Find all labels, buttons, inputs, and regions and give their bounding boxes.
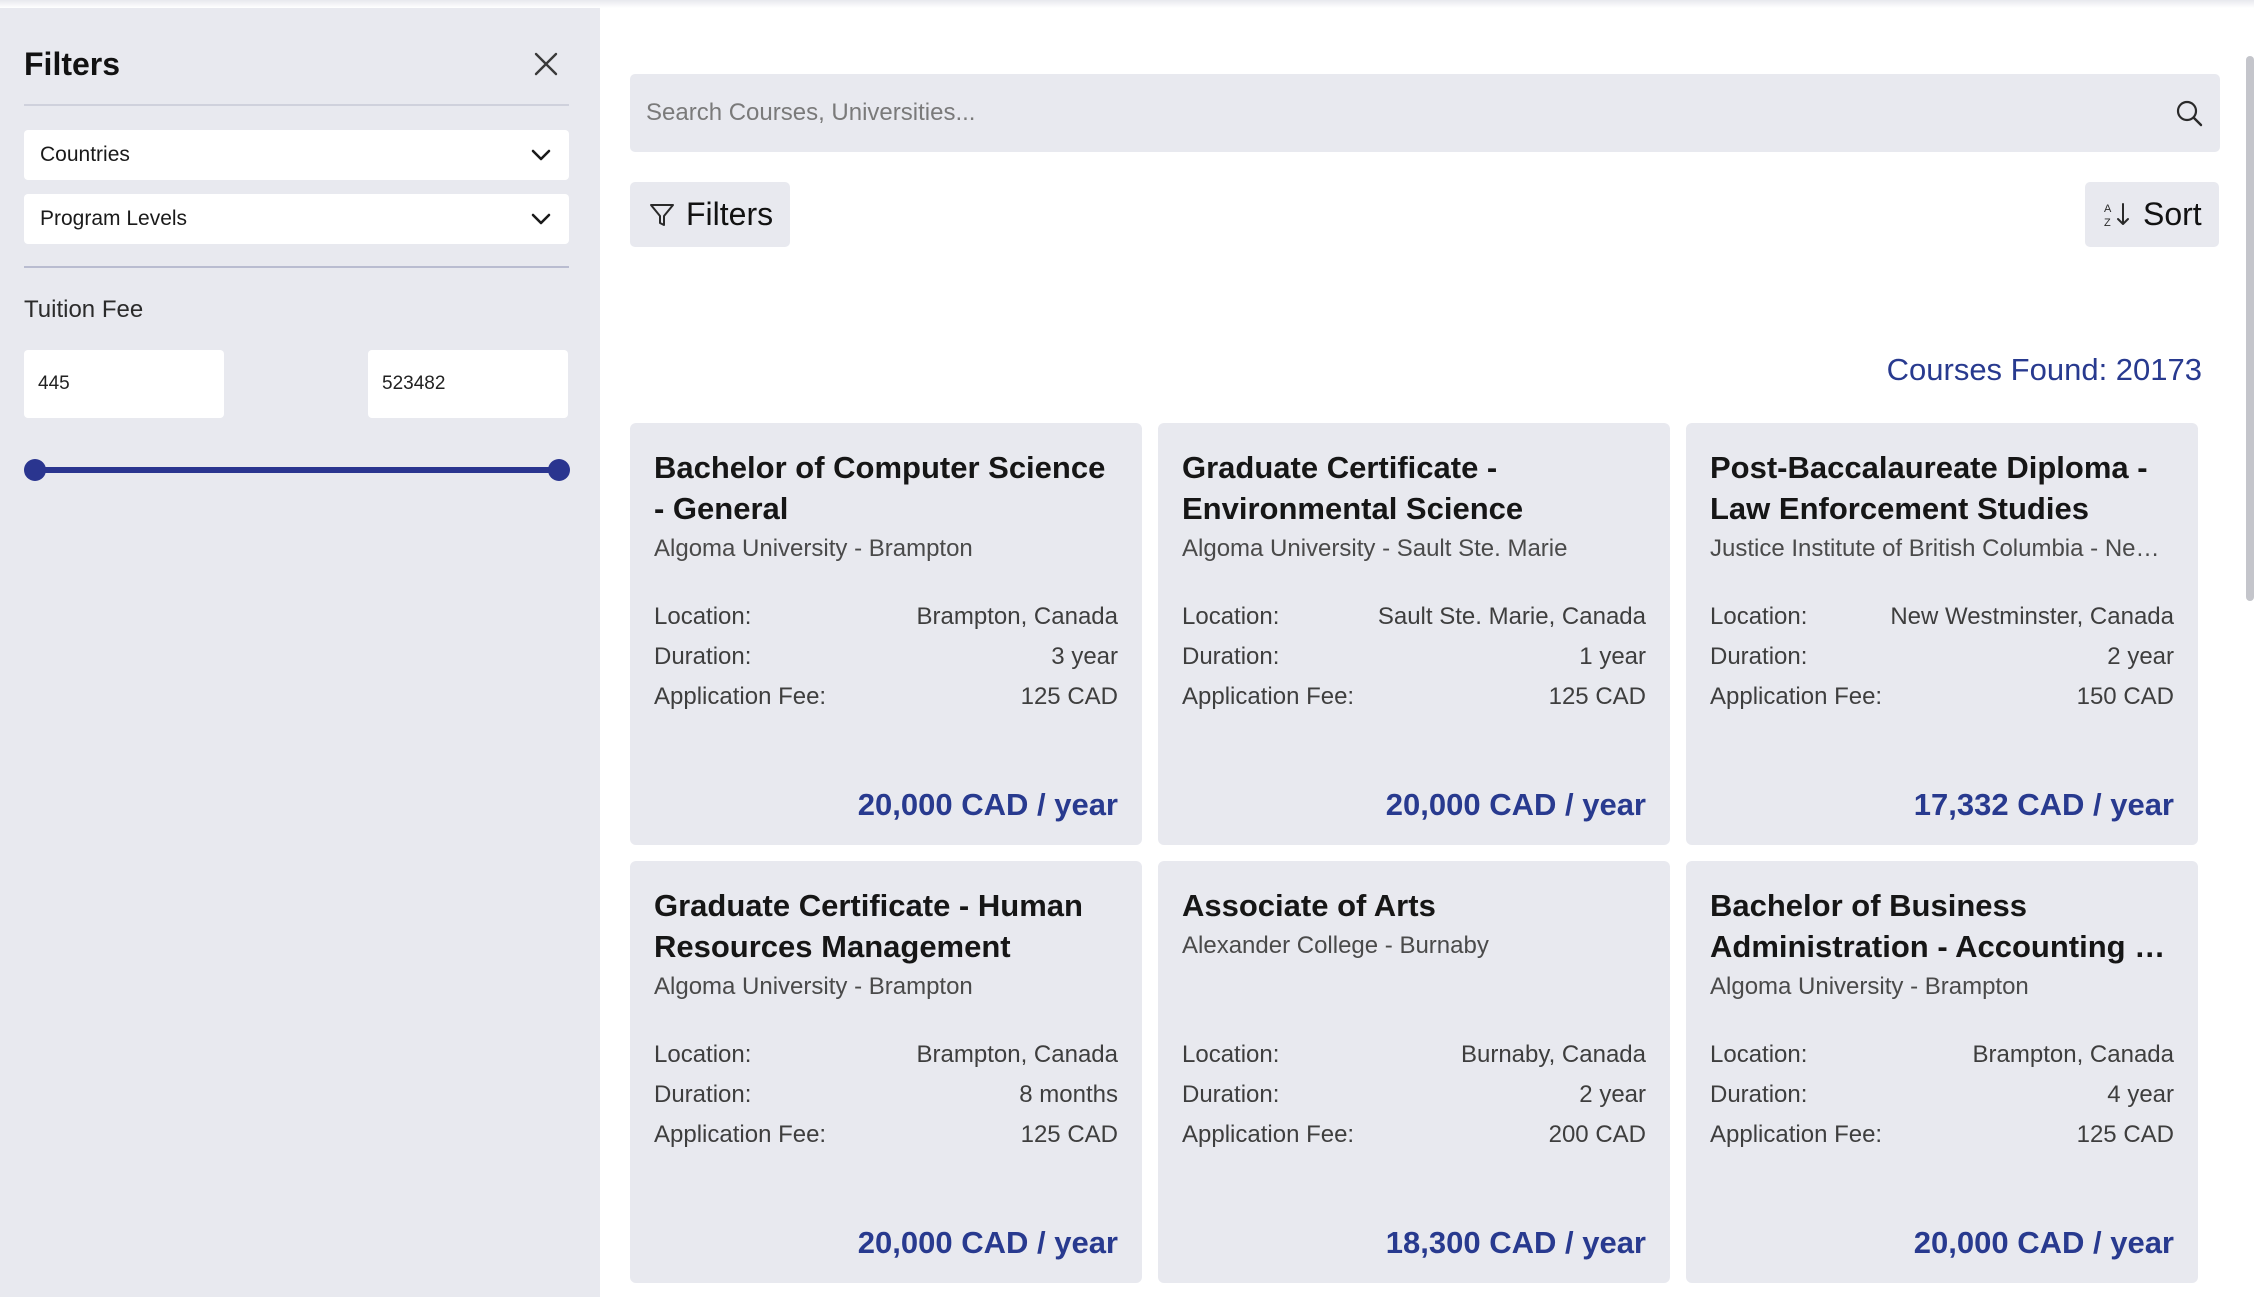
duration-value: 1 year xyxy=(1579,643,1646,670)
course-tuition: 18,300 CAD / year xyxy=(1385,1225,1646,1260)
duration-value: 4 year xyxy=(2107,1081,2174,1108)
program-levels-select-label: Program Levels xyxy=(40,207,188,230)
duration-label: Duration: xyxy=(1710,1081,1808,1108)
chevron-down-icon xyxy=(529,143,553,167)
course-university: Alexander College - Burnaby xyxy=(1182,932,1489,959)
application-fee-value: 200 CAD xyxy=(1548,1121,1646,1148)
page-scrollbar[interactable] xyxy=(2246,56,2254,601)
location-label: Location: xyxy=(1710,603,1808,630)
course-details: Location: Brampton, Canada Duration: 8 mon… xyxy=(654,1035,1118,1155)
duration-value: 8 months xyxy=(1019,1081,1118,1108)
sidebar-title: Filters xyxy=(24,46,121,82)
location-label: Location: xyxy=(654,603,752,630)
tuition-slider-min-handle[interactable] xyxy=(24,459,46,481)
course-title: Graduate Certificate - Human Resources M… xyxy=(654,888,1083,964)
course-details: Location: New Westminster, Canada Duratio… xyxy=(1710,597,2174,717)
course-details: Location: Burnaby, Canada Duration: 2 year… xyxy=(1182,1035,1646,1155)
tuition-min-input[interactable] xyxy=(24,350,224,418)
duration-label: Duration: xyxy=(1710,643,1808,670)
search-input[interactable] xyxy=(646,99,2126,127)
location-value: Brampton, Canada xyxy=(1972,1041,2174,1068)
courses-found-count: Courses Found: 20173 xyxy=(1886,352,2202,387)
course-university: Algoma University - Sault Ste. Marie xyxy=(1182,535,1568,562)
course-card[interactable]: Bachelor of Business Administration - Ac… xyxy=(1686,861,2198,1283)
sidebar-divider xyxy=(24,104,569,106)
location-value: New Westminster, Canada xyxy=(1890,603,2174,630)
duration-value: 2 year xyxy=(1579,1081,1646,1108)
program-levels-select[interactable]: Program Levels xyxy=(24,194,569,244)
application-fee-value: 125 CAD xyxy=(1548,683,1646,710)
course-card[interactable]: Post-Baccalaureate Diploma - Law Enforce… xyxy=(1686,423,2198,845)
sort-button[interactable]: A Z Sort xyxy=(2085,182,2219,247)
course-tuition: 20,000 CAD / year xyxy=(857,1225,1118,1260)
countries-select-label: Countries xyxy=(40,143,130,166)
location-label: Location: xyxy=(1182,603,1280,630)
chevron-down-icon xyxy=(529,207,553,231)
filters-button-label: Filters xyxy=(686,196,774,232)
top-bar-shadow xyxy=(0,0,2254,8)
application-fee-value: 150 CAD xyxy=(2076,683,2174,710)
filters-sidebar: Filters Countries Program Levels Tuition… xyxy=(0,8,600,1297)
close-icon[interactable] xyxy=(530,48,562,80)
location-label: Location: xyxy=(1182,1041,1280,1068)
duration-value: 2 year xyxy=(2107,643,2174,670)
duration-label: Duration: xyxy=(1182,643,1280,670)
search-icon[interactable] xyxy=(2174,98,2204,128)
application-fee-label: Application Fee: xyxy=(1710,683,1883,710)
location-label: Location: xyxy=(654,1041,752,1068)
sort-button-label: Sort xyxy=(2143,196,2202,232)
duration-label: Duration: xyxy=(1182,1081,1280,1108)
course-university: Algoma University - Brampton xyxy=(1710,973,2029,1000)
duration-label: Duration: xyxy=(654,1081,752,1108)
duration-label: Duration: xyxy=(654,643,752,670)
course-title: Graduate Certificate - Environmental Sci… xyxy=(1182,450,1524,526)
countries-select[interactable]: Countries xyxy=(24,130,569,180)
course-tuition: 20,000 CAD / year xyxy=(857,787,1118,822)
course-card[interactable]: Graduate Certificate - Human Resources M… xyxy=(630,861,1142,1283)
location-value: Burnaby, Canada xyxy=(1460,1041,1646,1068)
application-fee-label: Application Fee: xyxy=(1182,1121,1355,1148)
application-fee-label: Application Fee: xyxy=(1710,1121,1883,1148)
course-title: Associate of Arts xyxy=(1182,888,1436,923)
svg-text:Z: Z xyxy=(2104,217,2111,229)
filters-button[interactable]: Filters xyxy=(630,182,790,247)
tuition-slider-track[interactable] xyxy=(34,467,558,473)
application-fee-label: Application Fee: xyxy=(1182,683,1355,710)
tuition-slider-max-handle[interactable] xyxy=(548,459,570,481)
search-bar xyxy=(630,74,2220,152)
course-title: Post-Baccalaureate Diploma - Law Enforce… xyxy=(1710,450,2148,526)
tuition-fee-label: Tuition Fee xyxy=(24,296,144,323)
application-fee-value: 125 CAD xyxy=(2076,1121,2174,1148)
course-title: Bachelor of Computer Science - General xyxy=(654,450,1106,526)
course-tuition: 20,000 CAD / year xyxy=(1913,1225,2174,1260)
course-details: Location: Brampton, Canada Duration: 4 yea… xyxy=(1710,1035,2174,1155)
course-card[interactable]: Graduate Certificate - Environmental Sci… xyxy=(1158,423,1670,845)
course-tuition: 17,332 CAD / year xyxy=(1913,787,2174,822)
application-fee-value: 125 CAD xyxy=(1020,683,1118,710)
application-fee-label: Application Fee: xyxy=(654,1121,827,1148)
sidebar-divider xyxy=(24,266,569,268)
application-fee-value: 125 CAD xyxy=(1020,1121,1118,1148)
course-title: Bachelor of Business Administration - Ac… xyxy=(1710,888,2145,964)
course-university: Algoma University - Brampton xyxy=(654,535,973,562)
sort-az-icon: A Z xyxy=(2103,200,2133,230)
duration-value: 3 year xyxy=(1051,643,1118,670)
funnel-icon xyxy=(648,201,676,229)
svg-text:A: A xyxy=(2104,203,2112,215)
location-label: Location: xyxy=(1710,1041,1808,1068)
location-value: Brampton, Canada xyxy=(916,603,1118,630)
application-fee-label: Application Fee: xyxy=(654,683,827,710)
course-card[interactable]: Bachelor of Computer Science - General A… xyxy=(630,423,1142,845)
location-value: Sault Ste. Marie, Canada xyxy=(1377,603,1646,630)
location-value: Brampton, Canada xyxy=(916,1041,1118,1068)
course-details: Location: Brampton, Canada Duration: 3 yea… xyxy=(654,597,1118,717)
course-university: Algoma University - Brampton xyxy=(654,973,973,1000)
course-tuition: 20,000 CAD / year xyxy=(1385,787,1646,822)
tuition-max-input[interactable] xyxy=(368,350,568,418)
course-university: Justice Institute of British Columbia - … xyxy=(1710,535,2174,562)
course-card[interactable]: Associate of Arts Alexander College - Bu… xyxy=(1158,861,1670,1283)
course-details: Location: Sault Ste. Marie, Canada Durati… xyxy=(1182,597,1646,717)
